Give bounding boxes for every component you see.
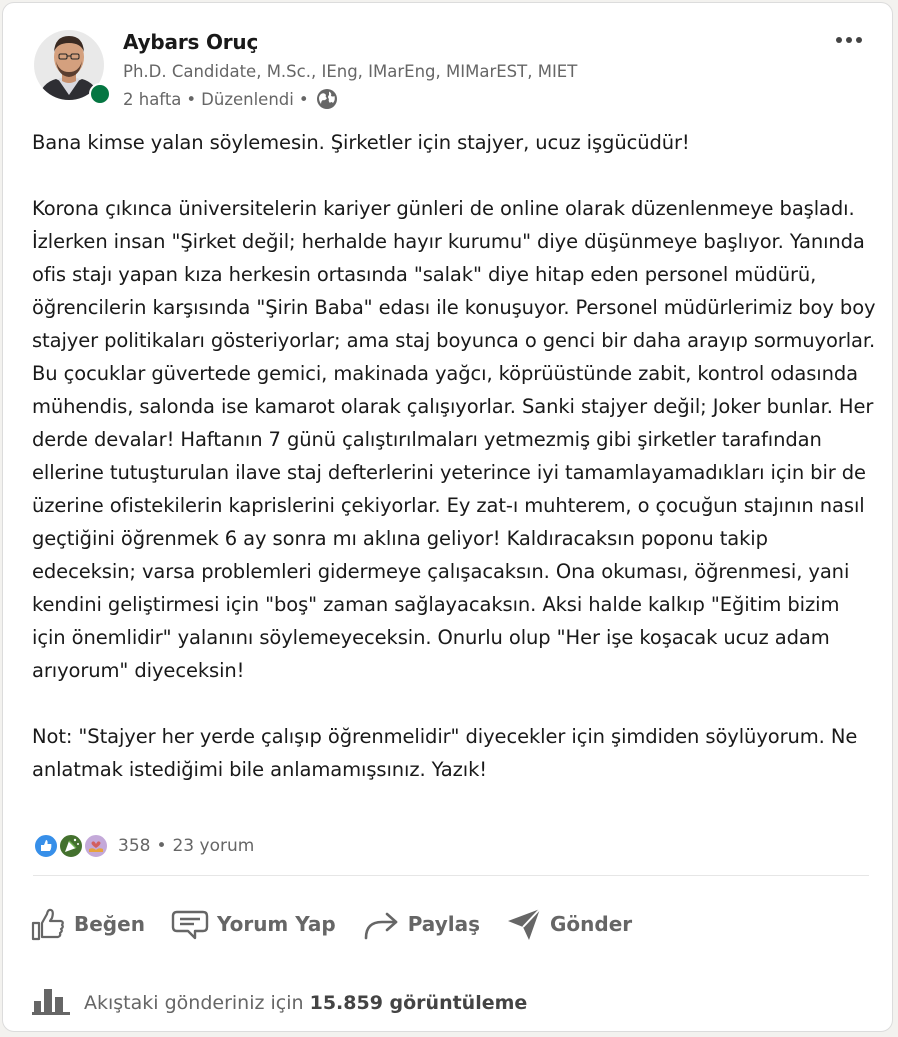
- share-arrow-icon: [362, 906, 400, 942]
- post-paragraph: Korona çıkınca üniversitelerin kariyer g…: [32, 197, 876, 682]
- comment-label: Yorum Yap: [216, 912, 336, 936]
- post-text: Bana kimse yalan söylemesin. Şirketler i…: [32, 126, 877, 786]
- share-button[interactable]: Paylaş: [362, 899, 480, 949]
- celebrate-reaction-icon: [58, 833, 84, 859]
- social-separator: •: [156, 836, 167, 856]
- social-counts[interactable]: 358 • 23 yorum: [33, 833, 254, 859]
- post-meta: 2 hafta • Düzenlendi •: [123, 88, 338, 110]
- meta-separator: •: [186, 89, 197, 109]
- post-paragraph: Not: "Stajyer her yerde çalışıp öğrenmel…: [32, 725, 858, 781]
- edited-label: Düzenlendi: [201, 89, 294, 109]
- views-text: Akıştaki gönderiniz için 15.859 görüntül…: [84, 992, 527, 1014]
- online-status-dot: [89, 83, 111, 105]
- post-paragraph: Bana kimse yalan söylemesin. Şirketler i…: [32, 131, 690, 154]
- like-label: Beğen: [74, 912, 145, 936]
- author-headline: Ph.D. Candidate, M.Sc., IEng, IMarEng, M…: [123, 62, 578, 81]
- comment-button[interactable]: Yorum Yap: [171, 899, 336, 949]
- comment-count[interactable]: 23 yorum: [172, 836, 254, 856]
- bar-chart-icon: [32, 985, 70, 1020]
- more-options-button[interactable]: [829, 29, 869, 51]
- post-time: 2 hafta: [123, 89, 182, 109]
- globe-icon: [316, 88, 338, 110]
- send-label: Gönder: [549, 912, 633, 936]
- send-icon: [506, 906, 542, 942]
- views-count: 15.859 görüntüleme: [309, 991, 528, 1014]
- post-card: Aybars Oruç Ph.D. Candidate, M.Sc., IEng…: [2, 2, 893, 1032]
- comment-icon: [171, 906, 209, 942]
- views-prefix: Akıştaki gönderiniz için: [84, 991, 304, 1014]
- post-analytics[interactable]: Akıştaki gönderiniz için 15.859 görüntül…: [32, 985, 527, 1020]
- share-label: Paylaş: [407, 912, 480, 936]
- author-name[interactable]: Aybars Oruç: [123, 30, 258, 54]
- thumbs-up-icon: [30, 906, 66, 942]
- divider: [33, 875, 869, 876]
- send-button[interactable]: Gönder: [506, 899, 632, 949]
- action-bar: Beğen Yorum Yap Paylaş Gönder: [30, 899, 875, 949]
- like-reaction-icon: [33, 833, 59, 859]
- reaction-count[interactable]: 358: [118, 836, 150, 856]
- like-button[interactable]: Beğen: [30, 899, 145, 949]
- meta-separator: •: [298, 89, 309, 109]
- ellipsis-icon: [836, 37, 842, 43]
- support-reaction-icon: [83, 833, 109, 859]
